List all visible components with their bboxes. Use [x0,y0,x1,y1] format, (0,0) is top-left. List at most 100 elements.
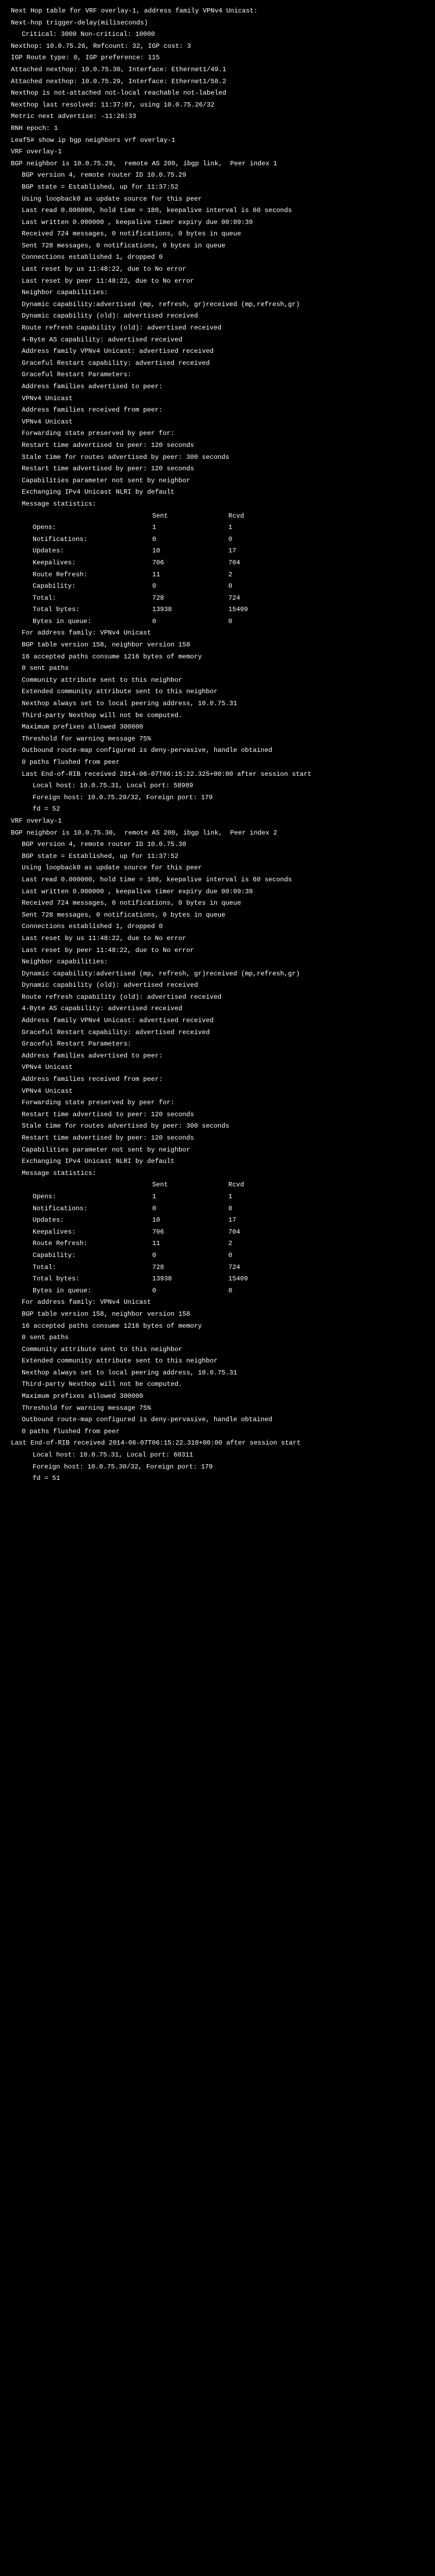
output-line: Attached nexthop: 10.0.75.29, Interface:… [11,76,424,88]
output-line: Exchanging IPv4 Unicast NLRI by default [11,1156,424,1168]
output-line: For address family: VPNv4 Unicast [11,627,424,639]
output-line: Attached nexthop: 10.0.75.30, Interface:… [11,64,424,76]
stats-row: Route Refresh:112 [11,569,424,581]
stat-rcvd: 17 [228,545,304,557]
output-line: Last End-of-RIB received 2014-06-07T06:1… [11,1438,424,1449]
stats-row: Bytes in queue:00 [11,616,424,628]
stat-sent: 706 [152,557,228,569]
output-line: Forwarding state preserved by peer for: [11,1097,424,1109]
output-line: Stale time for routes advertised by peer… [11,452,424,464]
output-line: Forwarding state preserved by peer for: [11,428,424,440]
output-line: Outbound route-map configured is deny-pe… [11,745,424,757]
output-line: Restart time advertised to peer: 120 sec… [11,440,424,452]
stat-rcvd: 0 [228,1203,304,1215]
output-line: Nexthop last resolved: 11:37:07, using 1… [11,99,424,111]
output-line: VPNv4 Unicast [11,1062,424,1074]
output-line: Next Hop table for VRF overlay-1, addres… [11,5,424,17]
stats-row: Opens:11 [11,522,424,534]
output-line: For address family: VPNv4 Unicast [11,1297,424,1309]
output-line: Using loopback0 as update source for thi… [11,194,424,206]
stats-row: Route Refresh:112 [11,1238,424,1250]
stat-sent: 13938 [152,604,228,616]
stat-rcvd: 724 [228,593,304,605]
stats-row: Opens:11 [11,1191,424,1203]
output-line: Nexthop always set to local peering addr… [11,1367,424,1379]
output-line: Received 724 messages, 0 notifications, … [11,228,424,240]
output-line: Restart time advertised to peer: 120 sec… [11,1109,424,1121]
output-line: Next-hop trigger-delay(miliseconds) [11,17,424,29]
stat-name: Route Refresh: [33,569,152,581]
output-line: Last read 0.000000, hold time = 180, kee… [11,205,424,217]
output-line: Dynamic capability:advertised (mp, refre… [11,968,424,980]
stat-name: Capability: [33,581,152,593]
stat-rcvd: 0 [228,616,304,628]
output-line: Connections established 1, dropped 0 [11,921,424,933]
stat-rcvd: 704 [228,1227,304,1239]
stats-row: Keepalives:706704 [11,557,424,569]
output-line: Threshold for warning message 75% [11,733,424,745]
output-line: Threshold for warning message 75% [11,1403,424,1415]
output-line: Address families received from peer: [11,405,424,416]
stat-sent: 10 [152,545,228,557]
stat-sent: 11 [152,569,228,581]
output-line: Last written 0.000000 , keepalive timer … [11,217,424,229]
col-rcvd: Rcvd [228,1179,304,1191]
output-line: Graceful Restart Parameters: [11,369,424,381]
output-line: Address family VPNv4 Unicast: advertised… [11,1015,424,1027]
stats-row: Total:728724 [11,1262,424,1274]
output-line: Sent 728 messages, 0 notifications, 0 by… [11,240,424,252]
stat-name: Keepalives: [33,557,152,569]
output-line: Exchanging IPv4 Unicast NLRI by default [11,487,424,499]
stat-sent: 728 [152,1262,228,1274]
stats-row: Notifications:00 [11,1203,424,1215]
stat-rcvd: 704 [228,557,304,569]
stat-name: Capability: [33,1250,152,1262]
stat-sent: 0 [152,581,228,593]
stat-sent: 11 [152,1238,228,1250]
stat-sent: 13938 [152,1273,228,1285]
output-line: Graceful Restart Parameters: [11,1038,424,1050]
output-line: Sent 728 messages, 0 notifications, 0 by… [11,910,424,922]
output-line: Metric next advertise: -11:26:33 [11,111,424,123]
stats-row: Bytes in queue:00 [11,1285,424,1297]
stat-sent: 1 [152,1191,228,1203]
output-line: Dynamic capability (old): advertised rec… [11,980,424,992]
output-line: Last written 0.000000 , keepalive timer … [11,886,424,898]
output-line: Last reset by us 11:48:22, due to No err… [11,933,424,945]
stat-name: Opens: [33,1191,152,1203]
output-line: VPNv4 Unicast [11,393,424,405]
stat-rcvd: 2 [228,1238,304,1250]
output-line: BGP neighbor is 10.0.75.30, remote AS 20… [11,827,424,839]
stat-sent: 0 [152,1250,228,1262]
output-line: 16 accepted paths consume 1216 bytes of … [11,1321,424,1333]
stat-sent: 728 [152,593,228,605]
stat-rcvd: 15409 [228,604,304,616]
stat-name: Updates: [33,1215,152,1227]
stat-sent: 10 [152,1215,228,1227]
output-line: Community attribute sent to this neighbo… [11,1344,424,1356]
stat-rcvd: 0 [228,581,304,593]
output-line: Nexthop is not-attached not-local reacha… [11,88,424,99]
output-line: 0 sent paths [11,1332,424,1344]
output-line: Maximum prefixes allowed 300000 [11,1391,424,1403]
stats-row: Updates:1017 [11,1215,424,1227]
output-line: Third-party Nexthop will not be computed… [11,710,424,722]
output-line: Last reset by peer 11:48:22, due to No e… [11,276,424,288]
output-line: Last reset by peer 11:48:22, due to No e… [11,945,424,957]
output-line: 0 paths flushed from peer [11,757,424,769]
col-sent: Sent [152,1179,228,1191]
output-line: Dynamic capability:advertised (mp, refre… [11,299,424,311]
stat-sent: 0 [152,616,228,628]
output-line: Last End-of-RIB received 2014-06-07T06:1… [11,769,424,781]
stats-table-header: Sent Rcvd [11,511,424,522]
output-line: Graceful Restart capability: advertised … [11,358,424,370]
stat-name: Bytes in queue: [33,1285,152,1297]
command-prompt[interactable]: Leaf5# show ip bgp neighbors vrf overlay… [11,135,424,147]
output-line: BGP neighbor is 10.0.75.29, remote AS 20… [11,158,424,170]
stats-row: Capability:00 [11,1250,424,1262]
stat-rcvd: 0 [228,1250,304,1262]
output-line: Outbound route-map configured is deny-pe… [11,1414,424,1426]
stat-rcvd: 724 [228,1262,304,1274]
stat-rcvd: 1 [228,522,304,534]
output-line: Stale time for routes advertised by peer… [11,1121,424,1133]
